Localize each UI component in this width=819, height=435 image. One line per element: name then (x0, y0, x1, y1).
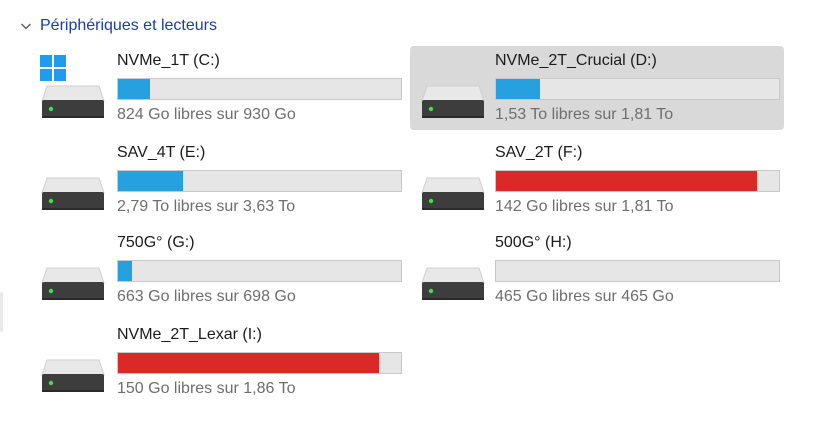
drive-name: NVMe_2T_Lexar (I:) (117, 326, 262, 343)
drive-usage-bar (495, 260, 780, 282)
hard-drive-icon (40, 358, 106, 394)
windows-logo-icon (40, 55, 66, 81)
drive-usage-bar (495, 78, 780, 100)
section-header[interactable]: Périphériques et lecteurs (20, 14, 217, 38)
hard-drive-icon (40, 176, 106, 212)
drive-free-space: 2,79 To libres sur 3,63 To (117, 198, 296, 215)
drive-usage-bar (495, 170, 780, 192)
drive-usage-fill (118, 353, 379, 373)
drive-usage-bar (117, 78, 402, 100)
drive-name: NVMe_1T (C:) (117, 52, 220, 69)
drive-usage-fill (496, 171, 758, 191)
drive-usage-fill (118, 79, 151, 99)
chevron-down-icon[interactable] (20, 20, 32, 32)
drive-usage-bar (117, 352, 402, 374)
drive-tile[interactable]: NVMe_2T_Lexar (I:) 150 Go libres sur 1,86… (4, 320, 402, 404)
drive-name: NVMe_2T_Crucial (D:) (495, 52, 657, 69)
drive-usage-bar (117, 170, 402, 192)
hard-drive-icon (420, 266, 486, 302)
drive-free-space: 465 Go libres sur 465 Go (495, 288, 674, 305)
drive-usage-fill (118, 171, 184, 191)
drive-name: 500G° (H:) (495, 234, 572, 251)
scrollbar-thumb[interactable] (0, 292, 3, 332)
drive-free-space: 1,53 To libres sur 1,81 To (495, 106, 674, 123)
drive-free-space: 142 Go libres sur 1,81 To (495, 198, 674, 215)
hard-drive-icon (40, 84, 106, 120)
drive-usage-bar (117, 260, 402, 282)
drive-usage-fill (118, 261, 133, 281)
drive-free-space: 824 Go libres sur 930 Go (117, 106, 296, 123)
section-title: Périphériques et lecteurs (40, 17, 217, 34)
drive-free-space: 150 Go libres sur 1,86 To (117, 380, 296, 397)
drive-name: SAV_2T (F:) (495, 144, 583, 161)
hard-drive-icon (420, 176, 486, 212)
drive-usage-fill (496, 79, 540, 99)
drive-name: 750G° (G:) (117, 234, 195, 251)
drive-tile[interactable]: NVMe_1T (C:) 824 Go libres sur 930 Go (4, 46, 402, 130)
hard-drive-icon (40, 266, 106, 302)
drive-tile[interactable]: SAV_2T (F:) 142 Go libres sur 1,81 To (410, 138, 784, 222)
drive-tile[interactable]: 500G° (H:) 465 Go libres sur 465 Go (410, 228, 784, 312)
drive-tile[interactable]: 750G° (G:) 663 Go libres sur 698 Go (4, 228, 402, 312)
drive-free-space: 663 Go libres sur 698 Go (117, 288, 296, 305)
hard-drive-icon (420, 84, 486, 120)
drive-name: SAV_4T (E:) (117, 144, 206, 161)
drive-tile[interactable]: SAV_4T (E:) 2,79 To libres sur 3,63 To (4, 138, 402, 222)
drive-tile[interactable]: NVMe_2T_Crucial (D:) 1,53 To libres sur 1… (410, 46, 784, 130)
